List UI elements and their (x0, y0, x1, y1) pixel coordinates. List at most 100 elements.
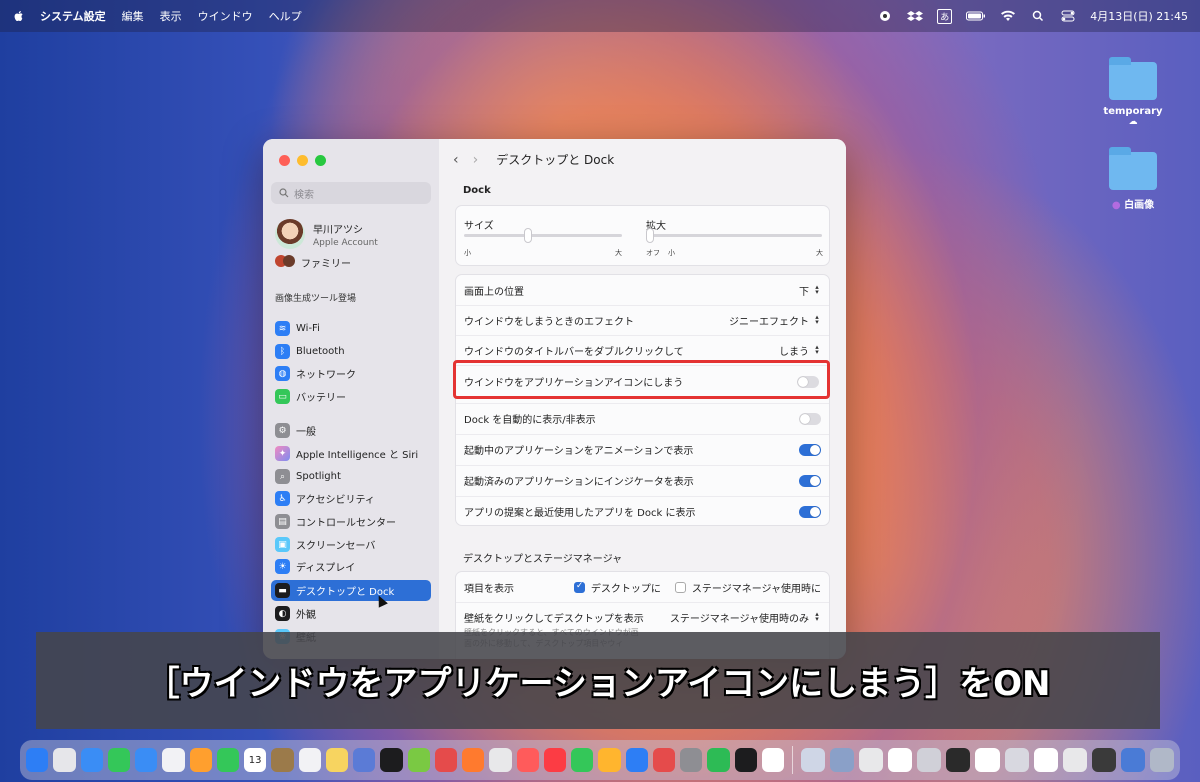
sidebar-promo-label[interactable]: 画像生成ツール登場 (275, 291, 356, 304)
dock-app-icon[interactable] (680, 748, 703, 772)
dock-window-thumbnail[interactable] (1062, 748, 1087, 772)
position-row[interactable]: 画面上の位置 下 ▴ ▾ (456, 275, 829, 305)
menu-view[interactable]: 表示 (160, 8, 182, 24)
indicators-toggle[interactable] (799, 474, 821, 487)
calendar-icon[interactable]: 13 (244, 748, 267, 772)
dock-app-icon[interactable] (325, 748, 348, 772)
dock-app-icon[interactable] (162, 748, 185, 772)
dock-app-icon[interactable] (271, 748, 294, 772)
animate-opening-toggle[interactable] (799, 443, 821, 456)
indicators-row[interactable]: 起動済みのアプリケーションにインジケータを表示 (456, 465, 829, 495)
dock-app-icon[interactable] (761, 748, 784, 772)
dock-app-icon[interactable] (189, 748, 212, 772)
autohide-toggle[interactable] (799, 412, 821, 425)
dock-app-icon[interactable] (598, 748, 621, 772)
apple-icon[interactable] (12, 9, 26, 23)
show-desktop-checkbox[interactable] (573, 581, 585, 593)
autohide-row[interactable]: Dock を自動的に表示/非表示 (456, 403, 829, 433)
sidebar-item-apple-intelligence[interactable]: ✦ Apple Intelligence と Siri (271, 443, 431, 464)
dock-app-icon[interactable] (489, 748, 512, 772)
search-input[interactable]: 検索 (271, 182, 431, 204)
titlebar-doubleclick-select[interactable]: しまう (779, 343, 809, 358)
dock-window-thumbnail[interactable] (1091, 748, 1116, 772)
dock-app-icon[interactable] (516, 748, 539, 772)
dock-window-thumbnail[interactable] (859, 748, 884, 772)
sidebar-item-desktop-dock[interactable]: ▬ デスクトップと Dock (271, 580, 431, 601)
dropbox-icon[interactable] (907, 10, 924, 22)
zoom-button[interactable] (315, 155, 326, 166)
zoom-slider[interactable] (648, 234, 822, 237)
sidebar-item-battery[interactable]: ▭ バッテリー (271, 386, 431, 407)
close-button[interactable] (279, 155, 290, 166)
search-icon[interactable] (1030, 10, 1046, 22)
dock-app-icon[interactable] (734, 748, 757, 772)
menu-window[interactable]: ウインドウ (198, 8, 253, 24)
dock-window-thumbnail[interactable] (888, 748, 913, 772)
minimize-effect-row[interactable]: ウインドウをしまうときのエフェクト ジニーエフェクト ▴ ▾ (456, 305, 829, 335)
desktop-folder-white-image[interactable]: ● 白画像 (1088, 147, 1178, 211)
dock-app-icon[interactable] (571, 748, 594, 772)
dock-app-icon[interactable] (26, 748, 49, 772)
forward-chevron-icon[interactable]: › (473, 152, 479, 168)
sidebar-item-network[interactable]: ◍ ネットワーク (271, 363, 431, 384)
minimize-button[interactable] (297, 155, 308, 166)
sidebar-item-control-center[interactable]: ▤ コントロールセンター (271, 511, 431, 532)
animate-opening-row[interactable]: 起動中のアプリケーションをアニメーションで表示 (456, 434, 829, 464)
dock-app-icon[interactable] (135, 748, 158, 772)
minimize-effect-select[interactable]: ジニーエフェクト (729, 313, 809, 328)
wifi-icon[interactable] (1000, 10, 1016, 22)
sidebar-item-appearance[interactable]: ◐ 外観 (271, 603, 431, 624)
menu-app-name[interactable]: システム設定 (40, 8, 106, 24)
dock-app-icon[interactable] (625, 748, 648, 772)
menubar-clock[interactable]: 4月13日(日) 21:45 (1090, 8, 1188, 24)
sidebar-item-bluetooth[interactable]: ᛒ Bluetooth (271, 341, 431, 362)
dock-app-icon[interactable] (53, 748, 76, 772)
suggested-apps-toggle[interactable] (799, 505, 821, 518)
dock-app-icon[interactable] (80, 748, 103, 772)
battery-icon[interactable] (966, 10, 986, 22)
size-slider[interactable] (464, 234, 622, 237)
sidebar-item-wifi[interactable]: ≋ Wi-Fi (271, 318, 431, 339)
dock-window-thumbnail[interactable] (917, 748, 942, 772)
sidebar-item-general[interactable]: ⚙ 一般 (271, 420, 431, 441)
sidebar-item-accessibility[interactable]: ♿ アクセシビリティ (271, 488, 431, 509)
dock-window-thumbnail[interactable] (1150, 748, 1175, 772)
control-center-icon[interactable] (1060, 10, 1076, 22)
dock-app-icon[interactable] (353, 748, 376, 772)
menu-edit[interactable]: 編集 (122, 8, 144, 24)
suggested-apps-row[interactable]: アプリの提案と最近使用したアプリを Dock に表示 (456, 496, 829, 526)
wallpaper-click-select[interactable]: ステージマネージャ使用時のみ (670, 610, 809, 625)
dock-app-icon[interactable] (707, 748, 730, 772)
record-icon[interactable] (877, 10, 893, 22)
dock-window-thumbnail[interactable] (1033, 748, 1058, 772)
dock-window-thumbnail[interactable] (946, 748, 971, 772)
menu-help[interactable]: ヘルプ (269, 8, 302, 24)
dock-window-thumbnail[interactable] (830, 748, 855, 772)
desktop-folder-temporary[interactable]: temporary ☁ (1088, 57, 1178, 127)
dock-app-icon[interactable] (216, 748, 239, 772)
dock-window-thumbnail[interactable] (1004, 748, 1029, 772)
dock-app-icon[interactable] (107, 748, 130, 772)
dock-app-icon[interactable] (652, 748, 675, 772)
dock-app-icon[interactable] (298, 748, 321, 772)
sidebar-item-spotlight[interactable]: ⌕ Spotlight (271, 466, 431, 487)
dock-window-thumbnail[interactable] (800, 748, 826, 772)
dock-app-icon[interactable] (407, 748, 430, 772)
position-select[interactable]: 下 (799, 283, 809, 298)
sidebar-item-screensaver[interactable]: ▣ スクリーンセーバ (271, 534, 431, 555)
size-slider-knob[interactable] (524, 228, 532, 243)
input-mode-icon[interactable]: あ (937, 8, 953, 24)
dock-app-icon[interactable] (434, 748, 457, 772)
dock-app-icon[interactable] (462, 748, 485, 772)
zoom-slider-knob[interactable] (646, 228, 654, 243)
apple-account-profile[interactable]: 早川アツシ Apple Account (275, 219, 378, 249)
back-chevron-icon[interactable]: ‹ (453, 152, 459, 168)
dock-window-thumbnail[interactable] (975, 748, 1000, 772)
dock-window-thumbnail[interactable] (1120, 748, 1146, 772)
sidebar-item-displays[interactable]: ☀ ディスプレイ (271, 556, 431, 577)
show-stage-checkbox[interactable] (674, 581, 686, 593)
dock-app-icon[interactable] (543, 748, 566, 772)
dock-app-icon[interactable] (380, 748, 403, 772)
sidebar-item-family[interactable]: ファミリー (275, 255, 351, 270)
zoom-off-label: オフ (646, 249, 660, 257)
